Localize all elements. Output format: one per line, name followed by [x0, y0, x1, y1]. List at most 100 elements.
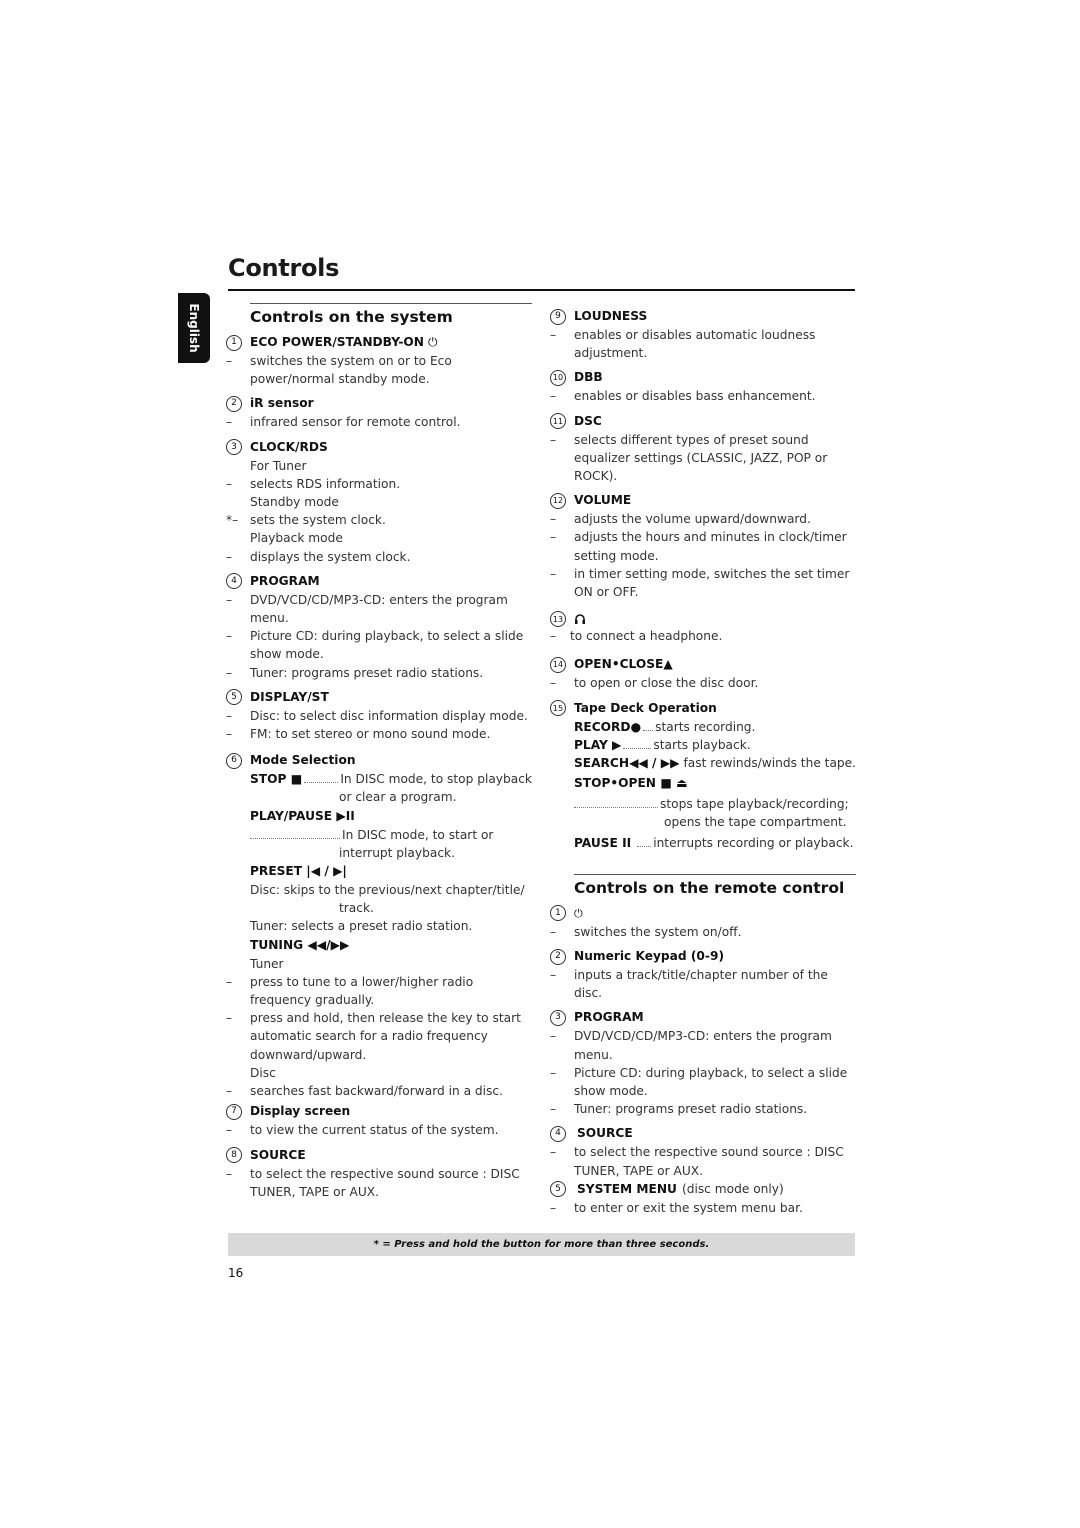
- playpause-desc: In DISC mode, to start or: [342, 827, 494, 842]
- item-label-suffix: (disc mode only): [681, 1181, 784, 1196]
- system-item-7: 7 Display screen – to view the current sta…: [226, 1102, 532, 1139]
- item-desc: Tuner: programs preset radio stations.: [250, 665, 484, 680]
- item-label: LOUDNESS: [574, 309, 648, 323]
- item-desc: DVD/VCD/CD/MP3-CD: enters the program me…: [250, 592, 508, 626]
- language-tab: English: [178, 293, 210, 363]
- item-label: SYSTEM MENU: [577, 1181, 677, 1196]
- item-label: OPEN•CLOSE▲: [574, 657, 673, 672]
- item-label: PROGRAM: [574, 1010, 644, 1025]
- item-number: 14: [550, 656, 566, 673]
- play-desc: starts playback.: [653, 737, 751, 752]
- item-desc: selects different types of preset sound …: [574, 432, 828, 484]
- item-label: DISPLAY/ST: [250, 689, 329, 704]
- headphone-icon: [575, 614, 585, 625]
- item-desc: switches the system on or to Eco power/n…: [250, 354, 452, 387]
- item-label: Tape Deck Operation: [574, 700, 717, 715]
- record-desc: starts recording.: [655, 719, 756, 734]
- item-number: 1: [550, 905, 566, 922]
- item-desc: to enter or exit the system menu bar.: [574, 1200, 803, 1215]
- stop-desc-cont: or clear a program.: [339, 790, 457, 805]
- remote-item-2: 2 Numeric Keypad (0-9) – inputs a track/ti…: [550, 947, 856, 1002]
- system-item-2: 2 iR sensor – infrared sensor for remote c…: [226, 394, 532, 431]
- search-desc: fast rewinds/winds the tape.: [683, 756, 857, 771]
- stopopen-desc: stops tape playback/recording;: [660, 797, 849, 812]
- item-desc: to view the current status of the system…: [250, 1123, 499, 1138]
- item-desc: displays the system clock.: [250, 549, 411, 564]
- item-desc: switches the system on/off.: [574, 924, 742, 939]
- playpause-key: PLAY/PAUSE ▶II: [250, 808, 355, 823]
- play-key: PLAY ▶: [574, 737, 622, 752]
- item-label: Display screen: [250, 1104, 351, 1119]
- item-desc: press to tune to a lower/higher radio fr…: [250, 974, 474, 1008]
- preset-desc: Disc: skips to the previous/next chapter…: [250, 883, 525, 898]
- section-title-system: Controls on the system: [250, 308, 453, 326]
- remote-item-1: 1 ⏻ – switches the system on/off.: [550, 904, 856, 941]
- system-item-15: 15 Tape Deck Operation RECORD● starts reco…: [550, 699, 856, 852]
- item-label: ECO POWER/STANDBY-ON: [250, 335, 424, 349]
- section-title-remote: Controls on the remote control: [574, 878, 845, 897]
- item-desc: FM: to set stereo or mono sound mode.: [250, 727, 491, 742]
- item-number: 6: [226, 752, 242, 769]
- system-item-10: 10 DBB – enables or disables bass enhancem…: [550, 368, 856, 405]
- system-item-5: 5 DISPLAY/ST – Disc: to select disc inform…: [226, 688, 532, 743]
- system-item-14: 14 OPEN•CLOSE▲ – to open or close the disc…: [550, 655, 856, 692]
- mode-label: Playback mode: [250, 531, 343, 546]
- item-number: 3: [226, 439, 242, 456]
- item-number: 9: [550, 308, 566, 325]
- stop-desc: In DISC mode, to stop playback: [340, 772, 532, 787]
- pause-desc: interrupts recording or playback.: [653, 835, 854, 850]
- item-label: Mode Selection: [250, 753, 356, 768]
- search-key: SEARCH◀◀ / ▶▶: [574, 756, 680, 771]
- system-item-9: 9 LOUDNESS – enables or disables automatic…: [550, 307, 856, 362]
- mode-label: Tuner: [250, 956, 284, 971]
- item-label: SOURCE: [250, 1147, 306, 1162]
- stopopen-desc-cont: opens the tape compartment.: [664, 815, 847, 830]
- item-number: 8: [226, 1147, 242, 1163]
- power-icon: ⏻: [427, 335, 438, 349]
- remote-item-3: 3 PROGRAM – DVD/VCD/CD/MP3-CD: enters the …: [550, 1008, 856, 1118]
- item-desc: Picture CD: during playback, to select a…: [574, 1065, 848, 1099]
- item-label: SOURCE: [577, 1126, 633, 1141]
- item-desc: press and hold, then release the key to …: [250, 1011, 521, 1062]
- language-tab-label: English: [187, 303, 201, 353]
- item-desc: in timer setting mode, switches the set …: [574, 566, 850, 600]
- mode-label: Standby mode: [250, 495, 339, 510]
- item-desc: to select the respective sound source : …: [250, 1166, 520, 1199]
- preset-desc-tuner: Tuner: selects a preset radio station.: [250, 919, 473, 934]
- item-number: 4: [550, 1125, 566, 1142]
- item-label: PROGRAM: [250, 573, 320, 588]
- item-number: 10: [550, 369, 566, 386]
- item-number: 12: [550, 492, 566, 509]
- item-number: 1: [226, 334, 242, 351]
- right-column: 9 LOUDNESS – enables or disables automatic…: [550, 303, 856, 1217]
- item-number: 5: [550, 1181, 566, 1198]
- remote-item-4: 4 SOURCE – to select the respective sound …: [550, 1124, 856, 1179]
- mode-label: Disc: [250, 1065, 276, 1080]
- item-desc: Tuner: programs preset radio stations.: [574, 1102, 808, 1117]
- item-number: 2: [226, 395, 242, 412]
- stopopen-key: STOP•OPEN ■ ⏏: [574, 776, 688, 791]
- section-rule: [250, 303, 532, 304]
- item-desc: searches fast backward/forward in a disc…: [250, 1084, 503, 1099]
- item-desc: to select the respective sound source : …: [574, 1145, 844, 1178]
- item-desc: sets the system clock.: [250, 513, 386, 528]
- item-number: 7: [226, 1103, 242, 1120]
- item-label: DSC: [574, 413, 602, 428]
- item-desc: enables or disables bass enhancement.: [574, 389, 816, 404]
- stop-key: STOP ■: [250, 772, 303, 787]
- system-item-12: 12 VOLUME – adjusts the volume upward/down…: [550, 491, 856, 601]
- item-label: Numeric Keypad (0-9): [574, 949, 725, 964]
- item-label: DBB: [574, 370, 603, 385]
- remote-item-5: 5 SYSTEM MENU (disc mode only) – to enter o…: [550, 1180, 856, 1217]
- item-number: 11: [550, 413, 566, 430]
- system-item-1: 1 ECO POWER/STANDBY-ON ⏻ – switches the sys…: [226, 333, 532, 388]
- item-desc: adjusts the volume upward/downward.: [574, 512, 811, 527]
- item-desc: DVD/VCD/CD/MP3-CD: enters the program me…: [574, 1029, 832, 1062]
- item-label: iR sensor: [250, 396, 314, 411]
- playpause-desc-cont: interrupt playback.: [339, 845, 455, 860]
- pause-key: PAUSE II: [574, 835, 632, 850]
- section-rule: [574, 873, 856, 875]
- item-desc: selects RDS information.: [250, 476, 401, 491]
- item-desc: Disc: to select disc information display…: [250, 708, 528, 723]
- preset-key: PRESET |◀ / ▶|: [250, 864, 347, 879]
